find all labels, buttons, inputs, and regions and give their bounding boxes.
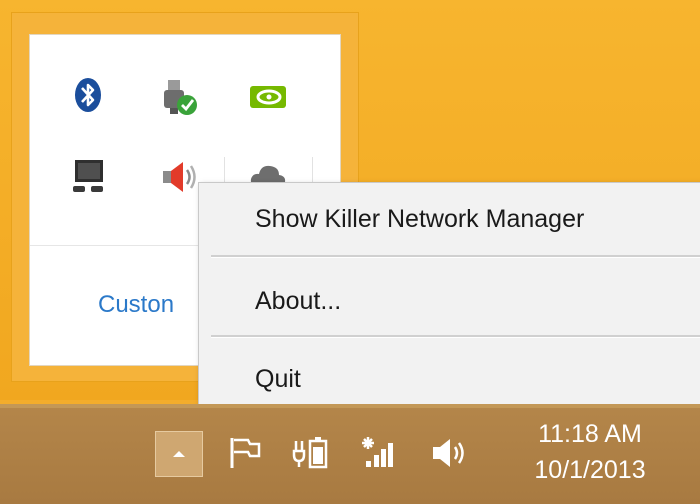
volume-icon[interactable] [428, 428, 472, 478]
menu-separator [211, 335, 700, 338]
menu-separator [211, 255, 700, 258]
menu-item-label: About... [255, 286, 342, 315]
usb-safely-remove-icon[interactable] [156, 75, 200, 119]
display-icon[interactable] [66, 155, 110, 199]
menu-item-show-killer-network-manager[interactable]: Show Killer Network Manager [199, 189, 700, 249]
customize-link[interactable]: Custon [98, 291, 174, 319]
killer-network-context-menu: Show Killer Network Manager About... Qui… [198, 182, 700, 410]
battery-icon[interactable] [290, 428, 334, 478]
clock-time: 11:18 AM [538, 420, 642, 448]
menu-item-label: Show Killer Network Manager [255, 204, 585, 233]
flag-icon[interactable] [222, 428, 266, 478]
taskbar-clock[interactable]: 11:18 AM 10/1/2013 [515, 416, 665, 488]
wifi-icon[interactable] [358, 428, 402, 478]
menu-item-label: Quit [255, 364, 301, 393]
clock-date: 10/1/2013 [534, 456, 646, 484]
chevron-up-icon [173, 451, 185, 457]
speaker-icon[interactable] [156, 155, 200, 199]
bluetooth-icon[interactable] [66, 73, 110, 117]
taskbar-edge [0, 404, 700, 408]
show-hidden-icons-button[interactable] [155, 431, 203, 477]
nvidia-icon[interactable] [246, 75, 290, 119]
menu-item-about[interactable]: About... [199, 271, 700, 331]
menu-item-quit[interactable]: Quit [199, 349, 700, 409]
